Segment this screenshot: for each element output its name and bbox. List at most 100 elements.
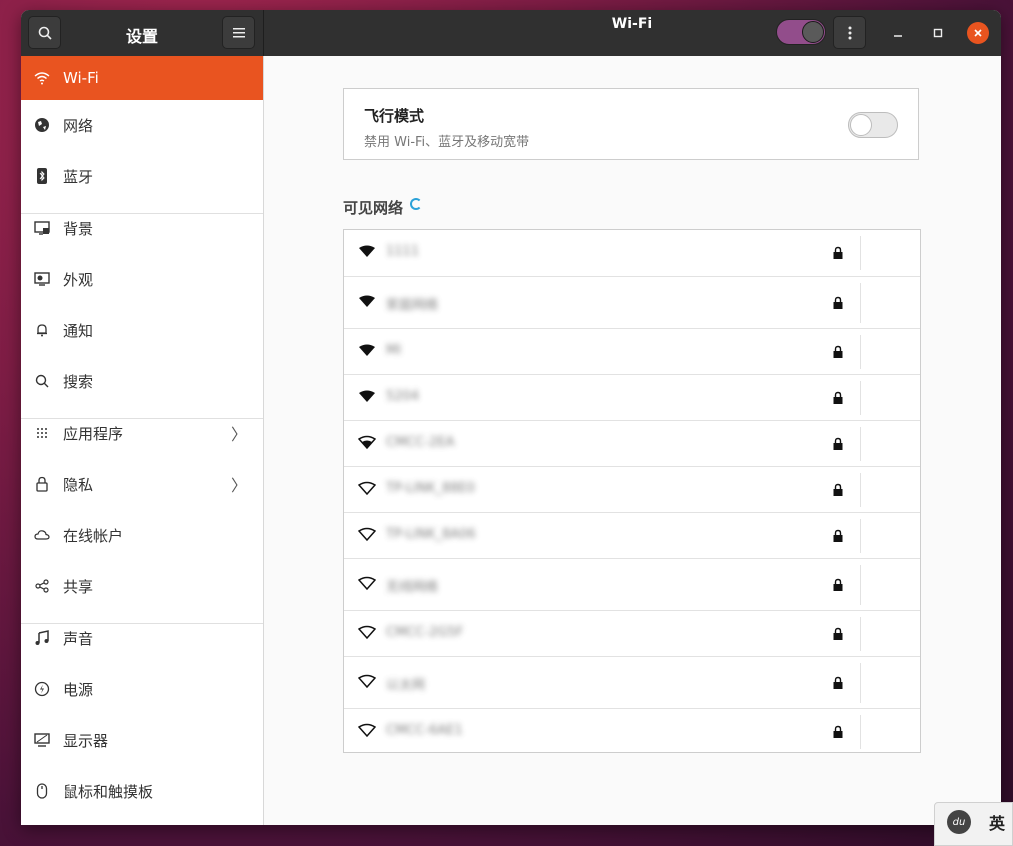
network-ssid: TP-LINK_88E0 xyxy=(386,481,476,496)
bluetooth-icon xyxy=(33,167,51,185)
network-row[interactable]: 无线网络 xyxy=(344,558,920,610)
scanning-spinner-icon xyxy=(410,198,422,210)
sidebar-item-sound[interactable]: 声音 xyxy=(21,616,263,660)
sidebar-item-label: 显示器 xyxy=(63,731,109,750)
row-divider xyxy=(860,236,861,270)
airplane-mode-row: 飞行模式 禁用 Wi-Fi、蓝牙及移动宽带 xyxy=(343,88,919,160)
network-row[interactable]: TP-LINK_88E0 xyxy=(344,466,920,512)
close-button[interactable] xyxy=(967,22,989,44)
row-divider xyxy=(860,283,861,323)
apps-grid-icon xyxy=(33,424,51,442)
lock-icon xyxy=(833,246,843,259)
network-row[interactable]: CMCC-2EA xyxy=(344,420,920,466)
network-ssid: TP-LINK_8A06 xyxy=(386,527,476,542)
network-row[interactable]: CMCC-6AE1 xyxy=(344,708,920,754)
input-method-indicator[interactable]: du 英 xyxy=(934,802,1013,846)
sidebar-item-wifi[interactable]: Wi-Fi xyxy=(21,56,263,100)
sidebar-item-label: 声音 xyxy=(63,629,94,648)
input-language-label: 英 xyxy=(989,814,1006,833)
globe-icon xyxy=(33,116,51,134)
lock-icon xyxy=(833,391,843,404)
row-divider xyxy=(860,565,861,605)
sidebar-item-notifications[interactable]: 通知 xyxy=(21,308,263,352)
sidebar: Wi-Fi 网络 蓝牙 背景 外观 通知 搜索 应用程序 〉 隐私 〉 在线帐户… xyxy=(21,56,264,825)
network-row[interactable]: CMCC-2G5F xyxy=(344,610,920,656)
minimize-icon xyxy=(894,35,902,37)
row-divider xyxy=(860,473,861,507)
sidebar-item-background[interactable]: 背景 xyxy=(21,206,263,250)
sidebar-item-bluetooth[interactable]: 蓝牙 xyxy=(21,154,263,198)
airplane-mode-toggle[interactable] xyxy=(848,112,898,138)
airplane-mode-subtitle: 禁用 Wi-Fi、蓝牙及移动宽带 xyxy=(364,135,530,150)
sidebar-item-label: 应用程序 xyxy=(63,424,124,443)
sidebar-item-label: 搜索 xyxy=(63,372,94,391)
wifi-signal-icon xyxy=(359,245,375,257)
mouse-icon xyxy=(33,782,51,800)
maximize-icon xyxy=(933,28,943,38)
network-ssid: MI xyxy=(386,343,402,358)
lock-icon xyxy=(833,437,843,450)
share-icon xyxy=(33,577,51,595)
network-ssid: 无线网络 xyxy=(386,580,439,595)
sidebar-item-displays[interactable]: 显示器 xyxy=(21,718,263,762)
search-icon xyxy=(33,372,51,390)
sidebar-item-sharing[interactable]: 共享 xyxy=(21,564,263,608)
network-ssid: 以太网 xyxy=(386,678,426,693)
settings-window: 设置 Wi-Fi Wi-Fi 网络 蓝牙 背景 外观 通知 搜索 应用程序 〉 … xyxy=(21,10,1001,825)
sidebar-item-appearance[interactable]: 外观 xyxy=(21,257,263,301)
cloud-icon xyxy=(33,526,51,544)
network-row[interactable]: TP-LINK_8A06 xyxy=(344,512,920,558)
sidebar-item-network[interactable]: 网络 xyxy=(21,103,263,147)
maximize-button[interactable] xyxy=(927,22,949,44)
sidebar-item-search[interactable]: 搜索 xyxy=(21,359,263,403)
toggle-knob xyxy=(850,114,872,136)
lock-icon xyxy=(833,578,843,591)
airplane-mode-title: 飞行模式 xyxy=(364,107,425,125)
sidebar-item-label: 网络 xyxy=(63,116,94,135)
background-icon xyxy=(33,219,51,237)
wifi-signal-icon xyxy=(358,481,376,496)
display-icon xyxy=(33,731,51,749)
lock-icon xyxy=(833,676,843,689)
network-row[interactable]: 家庭网络 xyxy=(344,276,920,328)
wifi-signal-icon xyxy=(358,674,376,689)
chevron-right-icon: 〉 xyxy=(230,476,247,495)
wifi-signal-icon xyxy=(359,295,375,307)
sidebar-item-mouse-touchpad[interactable]: 鼠标和触摸板 xyxy=(21,769,263,813)
chevron-right-icon: 〉 xyxy=(230,425,247,444)
network-row[interactable]: 以太网 xyxy=(344,656,920,708)
row-divider xyxy=(860,427,861,461)
network-row[interactable]: MI xyxy=(344,328,920,374)
sidebar-item-applications[interactable]: 应用程序 〉 xyxy=(21,411,263,455)
wifi-toggle[interactable] xyxy=(776,19,826,45)
lock-icon xyxy=(33,475,51,493)
sidebar-item-label: 在线帐户 xyxy=(63,526,124,545)
sidebar-item-label: 背景 xyxy=(63,219,94,238)
row-divider xyxy=(860,381,861,415)
lock-icon xyxy=(833,345,843,358)
row-divider xyxy=(860,519,861,553)
wifi-signal-icon xyxy=(358,527,376,542)
baidu-ime-logo-icon: du xyxy=(947,810,971,834)
lock-icon xyxy=(833,483,843,496)
network-ssid: CMCC-2EA xyxy=(386,435,455,450)
sidebar-item-privacy[interactable]: 隐私 〉 xyxy=(21,462,263,506)
sidebar-header: 设置 xyxy=(21,10,264,56)
lock-icon xyxy=(833,725,843,738)
network-ssid: 家庭网络 xyxy=(386,298,439,313)
sidebar-item-power[interactable]: 电源 xyxy=(21,667,263,711)
more-options-button[interactable] xyxy=(833,16,866,49)
minimize-button[interactable] xyxy=(887,22,909,44)
sidebar-item-label: 隐私 xyxy=(63,475,94,494)
sidebar-item-online-accounts[interactable]: 在线帐户 xyxy=(21,513,263,557)
appearance-icon xyxy=(33,270,51,288)
wifi-signal-icon xyxy=(358,435,376,450)
network-row[interactable]: 5204 xyxy=(344,374,920,420)
menu-button[interactable] xyxy=(222,16,255,49)
kebab-menu-icon xyxy=(848,26,851,39)
network-row[interactable]: 1111 xyxy=(344,230,920,276)
sidebar-item-label: Wi-Fi xyxy=(63,69,99,87)
hamburger-menu-icon xyxy=(232,27,245,37)
toggle-knob xyxy=(802,21,824,43)
wifi-icon xyxy=(33,69,51,87)
